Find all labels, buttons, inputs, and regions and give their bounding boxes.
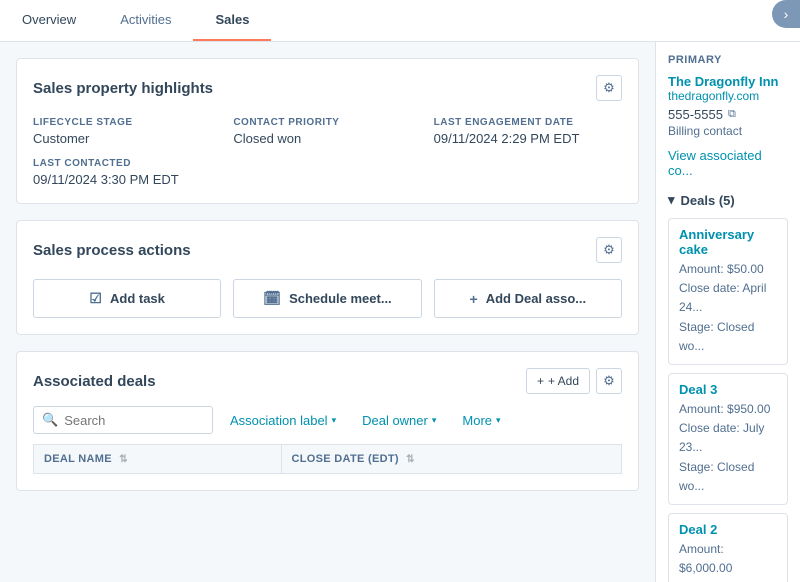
deal-stage: Stage: Closed wo... — [679, 318, 777, 356]
lifecycle-stage-label: LIFECYCLE STAGE — [33, 117, 221, 128]
deal-name-deal3[interactable]: Deal 3 — [679, 382, 777, 397]
right-panel: Primary The Dragonfly Inn thedragonfly.c… — [655, 42, 800, 582]
last-engagement-label: LAST ENGAGEMENT DATE — [434, 117, 622, 128]
sales-actions-title: Sales process actions — [33, 242, 191, 259]
sales-highlights-title: Sales property highlights — [33, 80, 213, 97]
sort-icon: ⇅ — [406, 454, 415, 465]
schedule-meeting-button[interactable]: 🗓 Schedule meet... — [233, 279, 421, 318]
associated-deals-gear-button[interactable]: ⚙ — [596, 368, 622, 394]
deals-toggle[interactable]: ▾ Deals (5) — [668, 192, 788, 208]
association-label-filter[interactable]: Association label ▾ — [221, 407, 345, 434]
close-date-header: CLOSE DATE (EDT) ⇅ — [281, 445, 621, 474]
schedule-meeting-label: Schedule meet... — [289, 291, 392, 306]
search-input[interactable] — [64, 413, 204, 428]
add-label: + Add — [548, 374, 579, 388]
deal-name-header: DEAL NAME ⇅ — [34, 445, 282, 474]
phone-row: 555-5555 ⧉ — [668, 107, 788, 122]
copy-icon[interactable]: ⧉ — [728, 108, 736, 121]
tab-activities[interactable]: Activities — [98, 0, 193, 41]
tab-sales[interactable]: Sales — [193, 0, 271, 41]
gear-icon: ⚙ — [603, 373, 615, 389]
add-task-button[interactable]: ☑ Add task — [33, 279, 221, 318]
search-box: 🔍 — [33, 406, 213, 434]
associated-deals-title: Associated deals — [33, 373, 156, 390]
gear-icon: ⚙ — [603, 242, 615, 258]
last-engagement-property: LAST ENGAGEMENT DATE 09/11/2024 2:29 PM … — [434, 117, 622, 146]
contact-priority-value: Closed won — [233, 131, 421, 146]
lifecycle-stage-value: Customer — [33, 131, 221, 146]
chevron-down-icon: ▾ — [668, 192, 675, 208]
deals-table: DEAL NAME ⇅ CLOSE DATE (EDT) ⇅ — [33, 444, 622, 474]
association-label-text: Association label — [230, 413, 328, 428]
billing-label: Billing contact — [668, 124, 788, 138]
contact-priority-label: CONTACT PRIORITY — [233, 117, 421, 128]
gear-icon: ⚙ — [603, 80, 615, 96]
deal-card-deal3: Deal 3 Amount: $950.00 Close date: July … — [668, 373, 788, 505]
deal-detail-deal3: Amount: $950.00 Close date: July 23... S… — [679, 400, 777, 496]
properties-row2: LAST CONTACTED 09/11/2024 3:30 PM EDT — [33, 158, 622, 187]
last-contacted-value: 09/11/2024 3:30 PM EDT — [33, 172, 622, 187]
contact-priority-property: CONTACT PRIORITY Closed won — [233, 117, 421, 146]
task-icon: ☑ — [89, 290, 102, 307]
actions-card-header: Sales process actions ⚙ — [33, 237, 622, 263]
sales-highlights-gear-button[interactable]: ⚙ — [596, 75, 622, 101]
deal-detail-deal2: Amount: $6,000.00 Close date: Septem... … — [679, 540, 777, 582]
chevron-down-icon: ▾ — [432, 415, 437, 426]
chevron-down-icon: ▾ — [332, 415, 337, 426]
deal-amount: Amount: $50.00 — [679, 260, 777, 279]
sort-icon: ⇅ — [119, 454, 128, 465]
deal-owner-text: Deal owner — [362, 413, 428, 428]
deal-amount: Amount: $6,000.00 — [679, 540, 777, 578]
add-deal-button[interactable]: + + Add — [526, 368, 590, 394]
properties-grid: LIFECYCLE STAGE Customer CONTACT PRIORIT… — [33, 117, 622, 146]
add-deal-label: Add Deal asso... — [486, 291, 586, 306]
view-associated-link[interactable]: View associated co... — [668, 148, 788, 178]
controls-row: 🔍 Association label ▾ Deal owner ▾ More … — [33, 406, 622, 434]
last-engagement-value: 09/11/2024 2:29 PM EDT — [434, 131, 622, 146]
phone-number: 555-5555 — [668, 107, 723, 122]
company-url[interactable]: thedragonfly.com — [668, 89, 788, 103]
more-text: More — [462, 413, 492, 428]
deal-stage: Stage: Closed wo... — [679, 458, 777, 496]
add-deal-association-button[interactable]: + Add Deal asso... — [434, 279, 622, 318]
more-filter[interactable]: More ▾ — [453, 407, 509, 434]
assoc-deals-header: Associated deals + + Add ⚙ — [33, 368, 622, 394]
collapse-panel-button[interactable]: › — [772, 0, 800, 28]
deal-close-date: Close date: July 23... — [679, 419, 777, 457]
calendar-icon: 🗓 — [263, 290, 281, 307]
deal-detail-anniversary: Amount: $50.00 Close date: April 24... S… — [679, 260, 777, 356]
tabs-bar: Overview Activities Sales — [0, 0, 800, 42]
chevron-down-icon: ▾ — [496, 415, 501, 426]
left-panel: Sales property highlights ⚙ LIFECYCLE ST… — [0, 42, 655, 582]
deal-card-anniversary: Anniversary cake Amount: $50.00 Close da… — [668, 218, 788, 365]
actions-row: ☑ Add task 🗓 Schedule meet... + Add Deal… — [33, 279, 622, 318]
add-icon: + — [537, 374, 544, 388]
search-icon: 🔍 — [42, 412, 58, 428]
deal-card-deal2: Deal 2 Amount: $6,000.00 Close date: Sep… — [668, 513, 788, 582]
deal-name-anniversary[interactable]: Anniversary cake — [679, 227, 777, 257]
company-name[interactable]: The Dragonfly Inn — [668, 74, 788, 89]
deal-close-date: Close date: April 24... — [679, 279, 777, 317]
associated-deals-card: Associated deals + + Add ⚙ 🔍 — [16, 351, 639, 491]
add-task-label: Add task — [110, 291, 165, 306]
main-layout: Sales property highlights ⚙ LIFECYCLE ST… — [0, 42, 800, 582]
deals-section-label: Deals (5) — [681, 193, 735, 208]
tab-overview[interactable]: Overview — [0, 0, 98, 41]
plus-icon: + — [470, 291, 478, 307]
deal-amount: Amount: $950.00 — [679, 400, 777, 419]
deal-owner-filter[interactable]: Deal owner ▾ — [353, 407, 445, 434]
deals-section: ▾ Deals (5) Anniversary cake Amount: $50… — [668, 192, 788, 582]
deal-close-date: Close date: Septem... — [679, 578, 777, 582]
deal-name-deal2[interactable]: Deal 2 — [679, 522, 777, 537]
sales-highlights-card: Sales property highlights ⚙ LIFECYCLE ST… — [16, 58, 639, 204]
sales-actions-gear-button[interactable]: ⚙ — [596, 237, 622, 263]
card-header: Sales property highlights ⚙ — [33, 75, 622, 101]
lifecycle-stage-property: LIFECYCLE STAGE Customer — [33, 117, 221, 146]
last-contacted-property: LAST CONTACTED 09/11/2024 3:30 PM EDT — [33, 158, 622, 187]
primary-label: Primary — [668, 54, 788, 66]
last-contacted-label: LAST CONTACTED — [33, 158, 622, 169]
table-header-row: DEAL NAME ⇅ CLOSE DATE (EDT) ⇅ — [34, 445, 622, 474]
sales-actions-card: Sales process actions ⚙ ☑ Add task 🗓 Sch… — [16, 220, 639, 335]
